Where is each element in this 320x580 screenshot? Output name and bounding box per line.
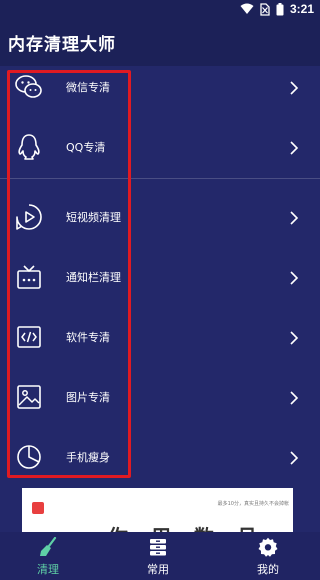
ad-headline: 你 用 数 月 内 bbox=[108, 521, 293, 532]
wifi-icon bbox=[240, 3, 254, 14]
stack-icon bbox=[150, 539, 166, 556]
status-icons: 3:21 bbox=[240, 1, 314, 17]
tab-clean[interactable]: 清理 bbox=[16, 532, 80, 580]
bottom-nav: 清理 常用 我的 bbox=[0, 532, 320, 580]
broom-icon bbox=[40, 537, 57, 556]
tab-common[interactable]: 常用 bbox=[126, 532, 190, 580]
chevron-right-icon bbox=[290, 271, 299, 285]
chevron-right-icon bbox=[290, 331, 299, 345]
app-title: 内存清理大师 bbox=[8, 34, 116, 55]
chevron-right-icon bbox=[290, 81, 299, 95]
chevron-right-icon bbox=[290, 451, 299, 465]
status-time: 3:21 bbox=[289, 2, 314, 16]
tab-label: 清理 bbox=[37, 563, 59, 576]
ad-banner[interactable]: 最多10分，真实且持久不会掉帐 你 用 数 月 内 bbox=[22, 488, 293, 532]
tab-label: 常用 bbox=[147, 563, 169, 576]
ad-logo bbox=[32, 502, 44, 514]
chevron-right-icon bbox=[290, 391, 299, 405]
chevron-right-icon bbox=[290, 141, 299, 155]
battery-icon bbox=[276, 2, 284, 15]
highlight-box bbox=[7, 70, 131, 478]
chevron-right-icon bbox=[290, 211, 299, 225]
sim-blocked-icon bbox=[260, 2, 270, 16]
ad-small-text: 最多10分，真实且持久不会掉帐 bbox=[217, 501, 289, 507]
tab-label: 我的 bbox=[257, 563, 279, 576]
gear-icon bbox=[258, 537, 278, 557]
status-bar: 3:21 bbox=[0, 0, 320, 18]
tab-mine[interactable]: 我的 bbox=[236, 532, 300, 580]
